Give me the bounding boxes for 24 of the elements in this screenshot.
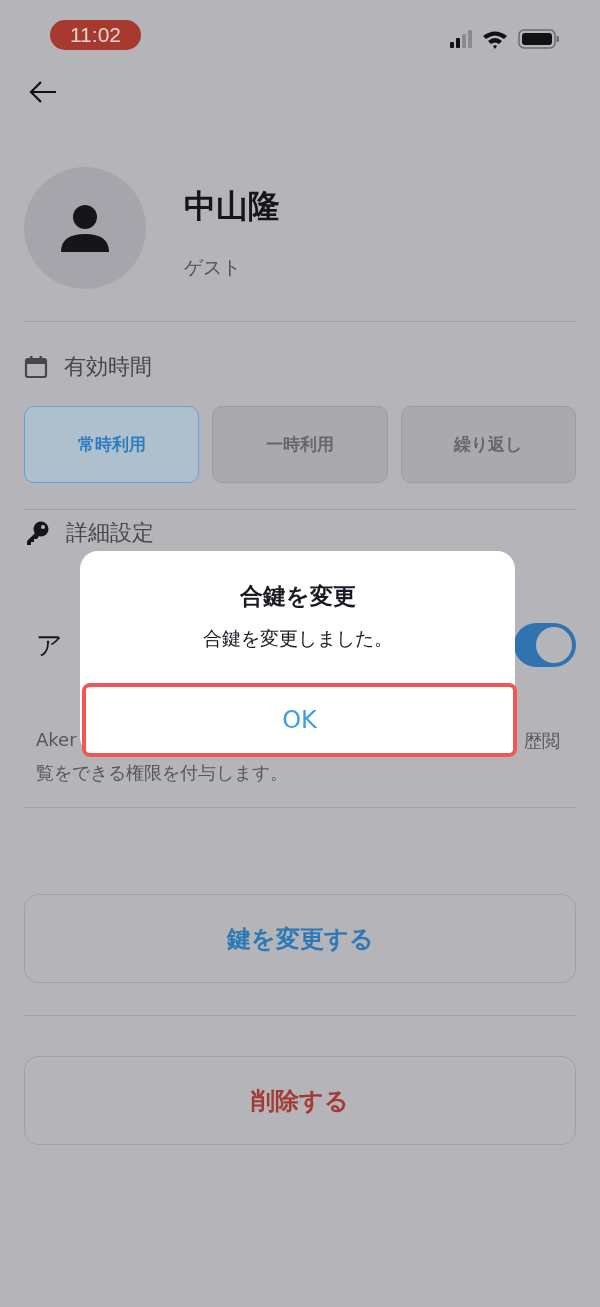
user-role: ゲスト (184, 255, 241, 280)
wifi-icon (482, 29, 508, 49)
description-text: Aker (36, 729, 77, 752)
battery-icon (518, 29, 560, 49)
setting-label: ア (36, 628, 63, 662)
ok-button[interactable]: OK (82, 683, 517, 757)
person-icon (59, 202, 111, 254)
description-text: 覧をできる権限を付与します。 (36, 761, 289, 785)
section-title: 有効時間 (64, 353, 152, 381)
usage-option[interactable]: 繰り返し (400, 406, 576, 483)
key-icon (24, 520, 50, 546)
section-title: 詳細設定 (66, 519, 154, 547)
change-key-button[interactable]: 鍵を変更する (24, 894, 576, 983)
usage-option[interactable]: 一時利用 (212, 406, 388, 483)
calendar-icon (24, 355, 48, 379)
dialog-title: 合鍵を変更 (239, 582, 356, 611)
toggle-switch[interactable] (514, 623, 576, 667)
dialog-message: 合鍵を変更しました。 (202, 626, 393, 651)
delete-button[interactable]: 削除する (24, 1056, 576, 1145)
user-name: 中山隆 (184, 186, 280, 227)
status-time: 11:02 (50, 20, 141, 50)
description-text: 歴閲 (524, 729, 560, 753)
usage-option[interactable]: 常時利用 (24, 406, 200, 483)
signal-icon (450, 30, 472, 48)
